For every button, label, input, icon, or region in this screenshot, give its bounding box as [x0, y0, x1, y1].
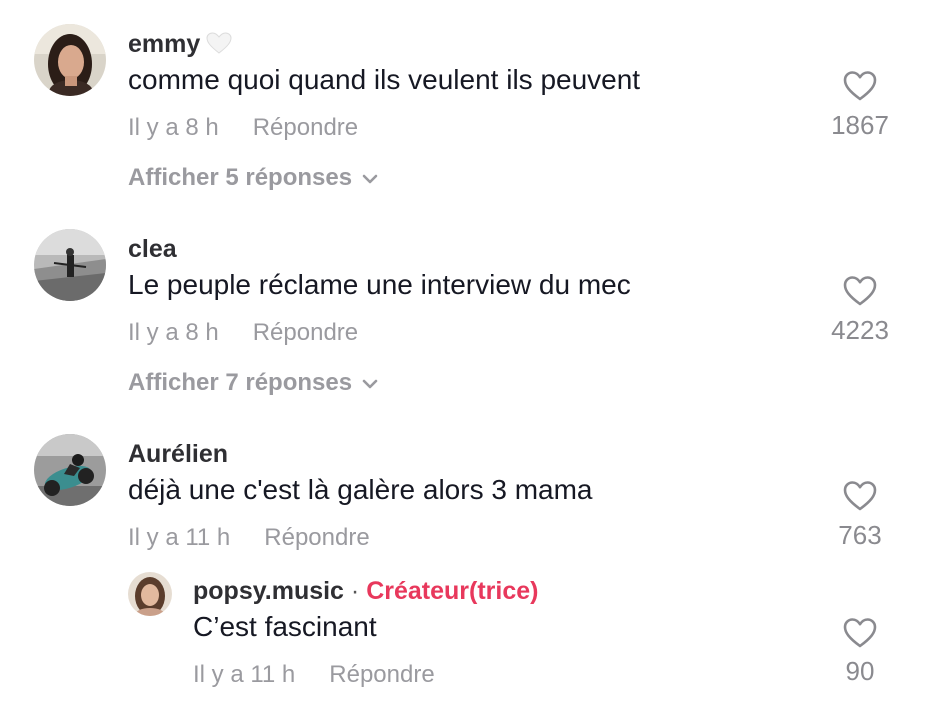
comment-text: déjà une c'est là galère alors 3 mama [128, 474, 593, 505]
reply-username[interactable]: popsy.music [193, 577, 344, 605]
view-replies-button[interactable]: Afficher 7 réponses [128, 369, 378, 397]
reply-timestamp: Il y a 11 h [193, 661, 296, 688]
like-count: 90 [845, 656, 875, 686]
reply-meta: Il y a 11 h Répondre [193, 661, 435, 689]
creator-badge: Créateur(trice) [366, 577, 539, 605]
avatar[interactable] [128, 572, 172, 616]
chevron-down-icon [362, 174, 378, 184]
view-replies-button[interactable]: Afficher 5 réponses [128, 164, 378, 192]
heart-outline-icon[interactable] [843, 275, 877, 307]
comment-timestamp: Il y a 8 h [128, 114, 219, 141]
comment-meta: Il y a 8 h Répondre [128, 319, 358, 347]
chevron-down-icon [362, 379, 378, 389]
like-count: 763 [838, 520, 882, 550]
reply-button[interactable]: Répondre [253, 114, 358, 141]
comment-text: Le peuple réclame une interview du mec [128, 269, 631, 300]
reply-button[interactable]: Répondre [329, 661, 434, 688]
avatar[interactable] [34, 24, 106, 96]
avatar[interactable] [34, 229, 106, 301]
comment-meta: Il y a 11 h Répondre [128, 524, 370, 552]
reply-text: C’est fascinant [193, 611, 377, 642]
avatar[interactable] [34, 434, 106, 506]
heart-outline-icon[interactable] [843, 617, 877, 649]
like-count: 4223 [831, 315, 889, 345]
comment-meta: Il y a 8 h Répondre [128, 114, 358, 142]
reply-button[interactable]: Répondre [253, 319, 358, 346]
reply-button[interactable]: Répondre [264, 524, 369, 551]
comment-username[interactable]: emmy [128, 30, 232, 61]
white-heart-emoji [206, 32, 232, 61]
comment-timestamp: Il y a 8 h [128, 319, 219, 346]
comment-username[interactable]: clea [128, 235, 177, 264]
comment-username[interactable]: Aurélien [128, 440, 228, 469]
reply-username-line: popsy.music · Créateur(trice) [193, 577, 538, 606]
comment-text: comme quoi quand ils veulent ils peuvent [128, 64, 641, 95]
heart-outline-icon[interactable] [843, 70, 877, 102]
like-count: 1867 [831, 110, 889, 140]
separator-dot: · [350, 577, 360, 605]
comment-timestamp: Il y a 11 h [128, 524, 231, 551]
heart-outline-icon[interactable] [843, 480, 877, 512]
